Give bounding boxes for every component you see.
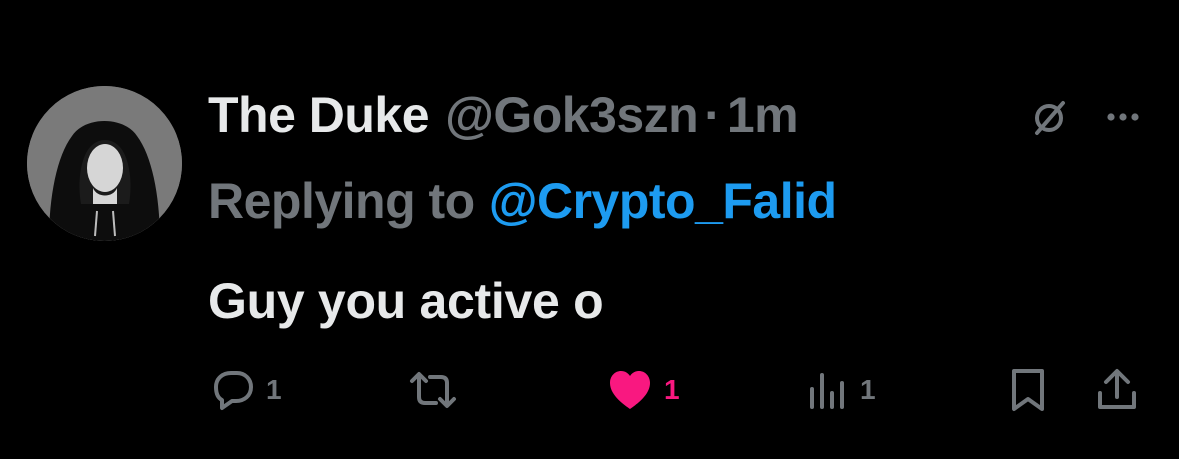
share-button[interactable]: [1094, 360, 1140, 420]
replying-to: Replying to @Crypto_Falid: [208, 170, 837, 232]
tweet[interactable]: The Duke @Gok3szn · 1m Replying to @Cryp…: [0, 0, 1179, 459]
like-button[interactable]: 1: [606, 360, 680, 420]
replying-to-label: Replying to: [208, 173, 475, 229]
reply-count: 1: [266, 374, 282, 405]
share-icon: [1098, 369, 1136, 409]
like-count: 1: [664, 374, 680, 405]
tweet-text: Guy you active o: [208, 273, 604, 329]
reply-icon: [214, 371, 253, 410]
hooded-figure-avatar-image: [27, 86, 182, 241]
grok-icon[interactable]: [1024, 92, 1074, 142]
user-handle[interactable]: @Gok3szn: [445, 86, 699, 144]
display-name[interactable]: The Duke: [208, 86, 430, 144]
reply-button[interactable]: 1: [210, 360, 282, 420]
replying-to-handle-link[interactable]: @Crypto_Falid: [489, 172, 837, 230]
views-button[interactable]: 1: [806, 360, 876, 420]
action-bar: 1 1 1: [0, 360, 1179, 420]
views-icon: [810, 373, 844, 409]
separator-dot: ·: [704, 87, 721, 143]
more-icon[interactable]: [1098, 92, 1148, 142]
bookmark-icon: [1012, 369, 1044, 411]
bookmark-button[interactable]: [1006, 360, 1050, 420]
timestamp[interactable]: 1m: [727, 86, 799, 144]
retweet-icon: [410, 372, 456, 408]
tweet-header: The Duke @Gok3szn · 1m: [208, 84, 799, 146]
views-count: 1: [860, 374, 876, 405]
avatar[interactable]: [27, 86, 182, 241]
heart-icon: [610, 371, 650, 409]
retweet-button[interactable]: [408, 360, 458, 420]
